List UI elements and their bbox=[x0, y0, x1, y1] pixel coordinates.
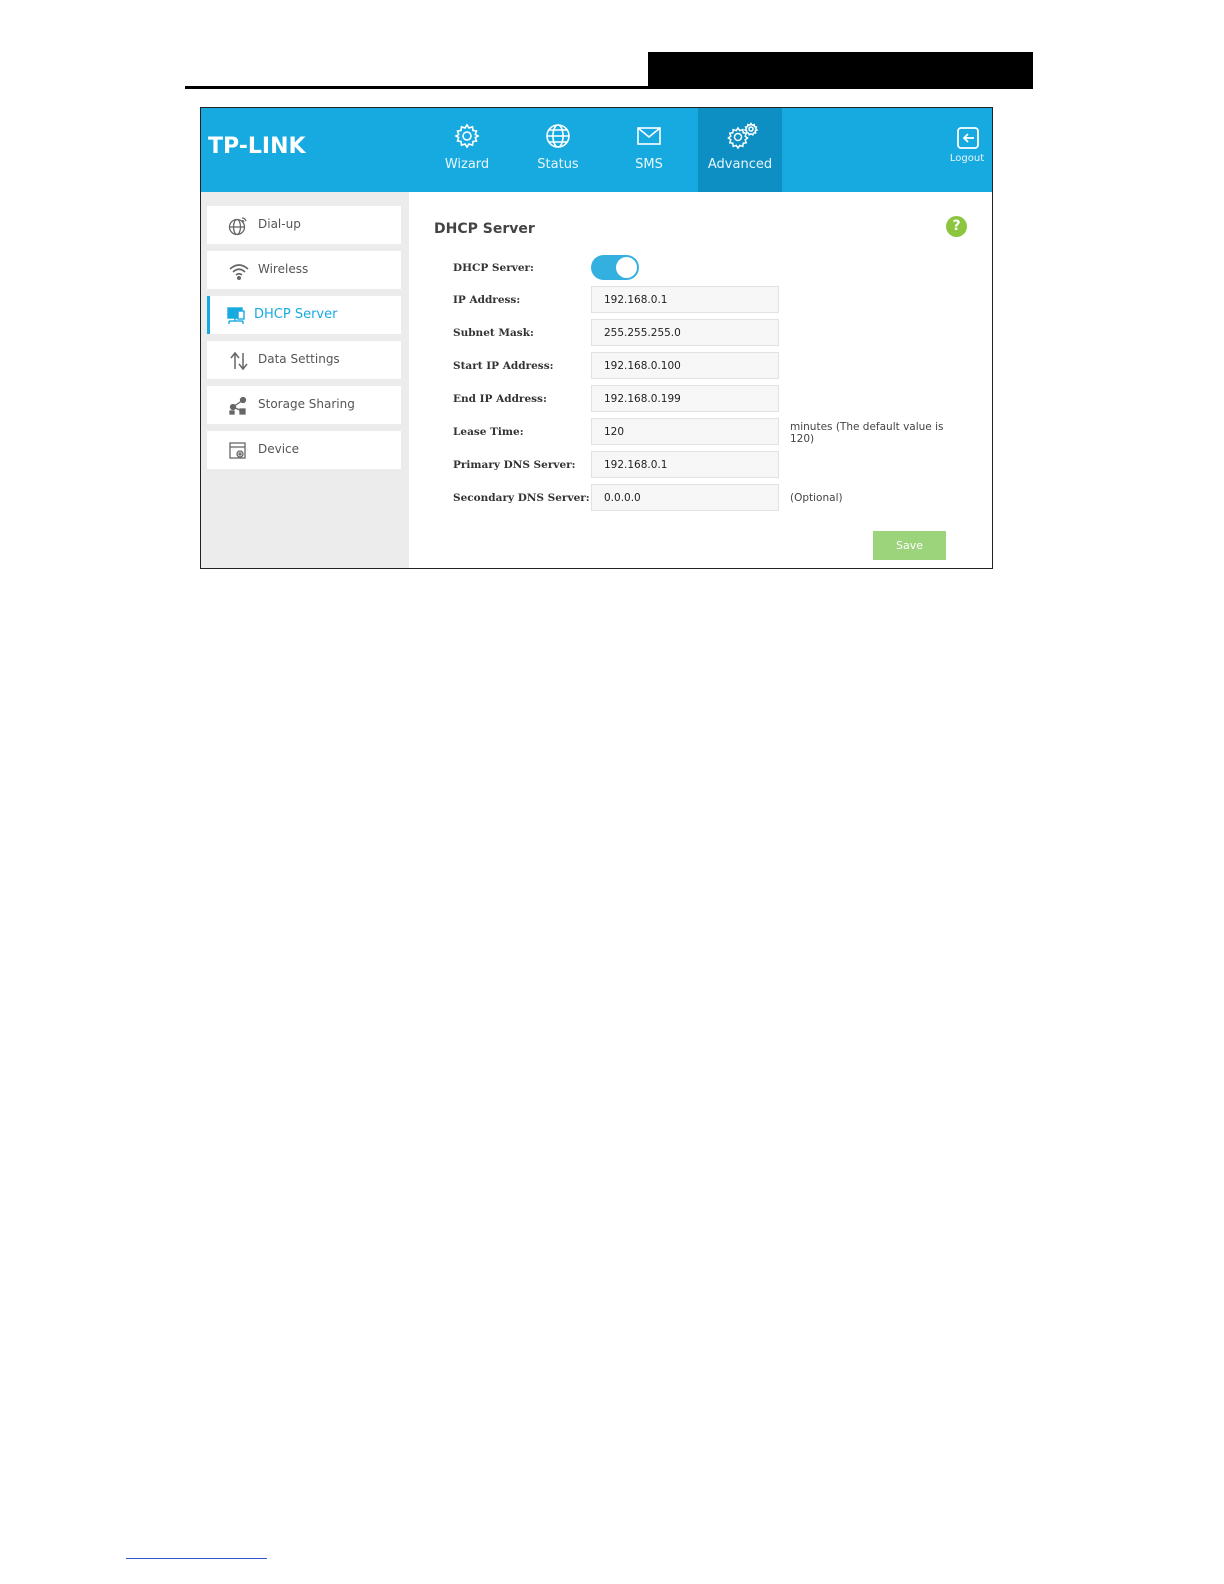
ip-address-input[interactable] bbox=[591, 286, 779, 313]
nav-wizard[interactable]: Wizard bbox=[425, 108, 509, 192]
secondary-dns-label: Secondary DNS Server: bbox=[453, 492, 590, 504]
primary-dns-input[interactable] bbox=[591, 451, 779, 478]
lease-time-input[interactable] bbox=[591, 418, 779, 445]
router-admin-window: TP-LINK Wizard Status SMS Advanced Logou… bbox=[200, 107, 993, 569]
nav-sms[interactable]: SMS bbox=[607, 108, 691, 192]
lease-time-label: Lease Time: bbox=[453, 426, 524, 438]
nav-wizard-label: Wizard bbox=[444, 157, 490, 172]
footer-link-underline bbox=[126, 1558, 267, 1559]
top-navigation-bar: TP-LINK Wizard Status SMS Advanced Logou… bbox=[201, 108, 992, 192]
end-ip-input[interactable] bbox=[591, 385, 779, 412]
save-button[interactable]: Save bbox=[873, 531, 946, 560]
help-icon[interactable]: ? bbox=[946, 216, 967, 237]
gear-icon bbox=[454, 123, 480, 149]
sidebar-item-dial-up[interactable]: Dial-up bbox=[207, 206, 401, 244]
sidebar-item-device[interactable]: Device bbox=[207, 431, 401, 469]
nav-status[interactable]: Status bbox=[516, 108, 600, 192]
nav-status-label: Status bbox=[537, 157, 579, 172]
lease-time-hint: minutes (The default value is 120) bbox=[790, 421, 944, 445]
sidebar-item-dhcp-server[interactable]: DHCP Server bbox=[207, 296, 401, 334]
sidebar-item-storage-sharing[interactable]: Storage Sharing bbox=[207, 386, 401, 424]
sidebar-item-label: Storage Sharing bbox=[258, 397, 355, 411]
sidebar-item-data-settings[interactable]: Data Settings bbox=[207, 341, 401, 379]
logout-label: Logout bbox=[949, 153, 985, 164]
globe-dial-icon bbox=[228, 217, 247, 236]
dhcp-server-label: DHCP Server: bbox=[453, 262, 534, 274]
subnet-mask-input[interactable] bbox=[591, 319, 779, 346]
sidebar: Dial-up Wireless DHCP Server Data Settin… bbox=[201, 192, 409, 568]
device-gear-icon bbox=[229, 442, 246, 459]
sidebar-item-label: Dial-up bbox=[258, 217, 301, 231]
subnet-mask-label: Subnet Mask: bbox=[453, 327, 534, 339]
up-down-arrows-icon bbox=[230, 351, 248, 371]
share-icon bbox=[229, 396, 247, 415]
ip-address-label: IP Address: bbox=[453, 294, 521, 306]
nav-advanced[interactable]: Advanced bbox=[698, 108, 782, 192]
sidebar-item-label: Wireless bbox=[258, 262, 309, 276]
secondary-dns-input[interactable] bbox=[591, 484, 779, 511]
start-ip-label: Start IP Address: bbox=[453, 360, 554, 372]
toggle-knob bbox=[616, 257, 637, 278]
nav-advanced-label: Advanced bbox=[707, 157, 773, 172]
primary-dns-label: Primary DNS Server: bbox=[453, 459, 576, 471]
end-ip-label: End IP Address: bbox=[453, 393, 547, 405]
sidebar-item-wireless[interactable]: Wireless bbox=[207, 251, 401, 289]
sidebar-item-label: Device bbox=[258, 442, 300, 456]
sidebar-item-label: Data Settings bbox=[258, 352, 340, 366]
logout-button[interactable]: Logout bbox=[948, 108, 992, 192]
page-title: DHCP Server bbox=[434, 221, 535, 237]
dhcp-server-toggle[interactable] bbox=[591, 255, 639, 280]
nav-sms-label: SMS bbox=[635, 157, 663, 172]
tp-link-logo: TP-LINK bbox=[208, 134, 306, 159]
start-ip-input[interactable] bbox=[591, 352, 779, 379]
logout-icon bbox=[957, 127, 979, 149]
dhcp-server-panel: DHCP Server ? DHCP Server: IP Address: S… bbox=[409, 192, 992, 568]
gears-icon bbox=[727, 122, 759, 150]
secondary-dns-hint: (Optional) bbox=[790, 492, 843, 504]
sidebar-item-label: DHCP Server bbox=[254, 307, 338, 322]
network-monitor-icon bbox=[227, 307, 245, 324]
globe-icon bbox=[546, 124, 570, 148]
wifi-icon bbox=[229, 264, 249, 281]
envelope-icon bbox=[637, 127, 661, 145]
page-header-rule bbox=[185, 86, 1033, 89]
page-header-bar bbox=[648, 52, 1033, 89]
